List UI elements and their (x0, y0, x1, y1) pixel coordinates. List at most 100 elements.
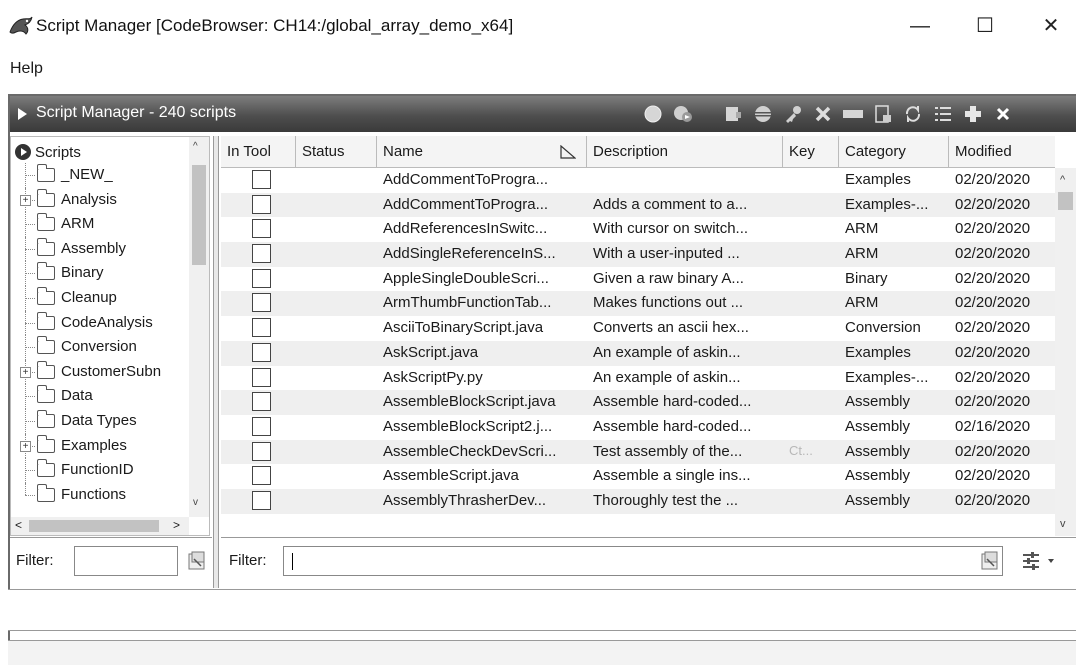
expand-node-icon[interactable]: + (20, 366, 31, 378)
in-tool-checkbox[interactable] (252, 244, 271, 264)
cell-description: Thoroughly test the ... (593, 491, 739, 509)
create-new-script-icon[interactable] (962, 103, 984, 125)
tree-vertical-scroll-thumb[interactable] (192, 165, 206, 265)
in-tool-checkbox[interactable] (252, 219, 271, 239)
maximize-button[interactable]: ☐ (970, 12, 1000, 42)
table-scroll-up-arrow-icon[interactable]: ^ (1060, 174, 1065, 186)
in-tool-checkbox[interactable] (252, 293, 271, 313)
menu-help[interactable]: Help (10, 60, 43, 78)
tree-horizontal-scroll-thumb[interactable] (29, 520, 159, 532)
in-tool-checkbox[interactable] (252, 490, 271, 510)
in-tool-checkbox[interactable] (252, 318, 271, 338)
tree-item[interactable]: Data Types (11, 408, 189, 434)
table-row[interactable]: AddReferencesInSwitc... With cursor on sw… (221, 217, 1055, 242)
tree-guide-branch (25, 470, 35, 472)
in-tool-checkbox[interactable] (252, 170, 271, 189)
tree-item-label: FunctionID (61, 461, 134, 479)
scroll-down-arrow-icon[interactable]: v (193, 497, 198, 508)
tree-filter-input[interactable] (74, 546, 178, 576)
scroll-left-arrow-icon[interactable]: < (15, 518, 22, 532)
cell-modified: 02/16/2020 (955, 417, 1031, 435)
column-header-in-tool[interactable]: In Tool (221, 136, 296, 168)
column-header-modified[interactable]: Modified (949, 136, 1055, 168)
table-scroll-down-arrow-icon[interactable]: v (1060, 518, 1066, 530)
in-tool-checkbox[interactable] (252, 194, 271, 214)
tree-item[interactable]: Binary (11, 261, 189, 286)
table-vertical-scroll-thumb[interactable] (1058, 192, 1073, 210)
table-row[interactable]: AsciiToBinaryScript.java Converts an asci… (221, 316, 1055, 341)
scroll-up-arrow-icon[interactable]: ^ (193, 141, 198, 152)
tree-horizontal-scrollbar[interactable]: < > (11, 517, 189, 535)
table-row[interactable]: AskScript.java An example of askin... Exam… (221, 340, 1055, 366)
scroll-right-arrow-icon[interactable]: > (173, 518, 180, 532)
in-tool-checkbox[interactable] (252, 268, 271, 288)
eclipse-icon[interactable] (752, 103, 774, 125)
script-category-tree[interactable]: Scripts _NEW_ + Analysis ARM Assembly Binary C… (10, 136, 210, 536)
new-script-icon[interactable] (872, 103, 894, 125)
tree-item[interactable]: CodeAnalysis (11, 310, 189, 336)
cell-description: Assemble a single ins... (593, 467, 751, 485)
tree-vertical-scrollbar[interactable]: ^ v (189, 137, 209, 517)
table-row[interactable]: AssembleCheckDevScri... Test assembly of … (221, 439, 1055, 465)
cell-name: AssembleScript.java (383, 467, 519, 485)
column-header-status[interactable]: Status (296, 136, 377, 168)
pane-splitter[interactable] (213, 136, 219, 588)
in-tool-checkbox[interactable] (252, 367, 271, 387)
close-window-button[interactable]: ✕ (1036, 12, 1066, 42)
in-tool-checkbox[interactable] (252, 342, 271, 362)
filter-options-icon[interactable] (1021, 550, 1061, 572)
tree-item[interactable]: _NEW_ (11, 163, 189, 188)
rename-script-icon[interactable] (842, 103, 864, 125)
clear-filter-icon[interactable] (186, 550, 208, 572)
edit-script-icon[interactable] (722, 103, 744, 125)
in-tool-checkbox[interactable] (252, 392, 271, 412)
tree-guide-branch (25, 297, 35, 299)
run-last-script-icon[interactable] (672, 103, 694, 125)
refresh-icon[interactable] (902, 103, 924, 125)
tree-item[interactable]: + CustomerSubn (11, 359, 189, 385)
table-row[interactable]: AssembleBlockScript2.j... Assemble hard-c… (221, 415, 1055, 440)
run-script-icon[interactable] (642, 103, 664, 125)
expand-node-icon[interactable]: + (20, 440, 31, 452)
table-row[interactable]: AddCommentToProgra... Adds a comment to a… (221, 192, 1055, 218)
table-clear-filter-icon[interactable] (979, 550, 1001, 572)
in-tool-checkbox[interactable] (252, 441, 271, 461)
key-bindings-icon[interactable] (782, 103, 804, 125)
cell-name: AsciiToBinaryScript.java (383, 319, 544, 337)
tree-item[interactable]: ARM (11, 212, 189, 237)
status-area (8, 589, 1076, 631)
tree-item[interactable]: + Analysis (11, 187, 189, 213)
table-row[interactable]: AssembleBlockScript.java Assemble hard-co… (221, 390, 1055, 415)
tree-item[interactable]: Cleanup (11, 285, 189, 311)
script-directories-icon[interactable] (932, 103, 954, 125)
table-row[interactable]: AddSingleReferenceInS... With a user-inpu… (221, 242, 1055, 267)
tree-item[interactable]: Functions (11, 482, 189, 508)
close-panel-icon[interactable] (992, 103, 1014, 125)
table-filter-input[interactable] (283, 546, 1003, 576)
in-tool-checkbox[interactable] (252, 416, 271, 436)
column-header-category[interactable]: Category (839, 136, 949, 168)
cell-category: ARM (845, 220, 879, 238)
cell-description: Adds a comment to a... (593, 195, 748, 213)
tree-root-scripts[interactable]: Scripts (15, 141, 81, 163)
column-header-name[interactable]: Name (377, 136, 587, 168)
delete-script-icon[interactable] (812, 103, 834, 125)
tree-item[interactable]: Assembly (11, 236, 189, 262)
column-header-description[interactable]: Description (587, 136, 783, 168)
table-row[interactable]: AskScriptPy.py An example of askin... Exam… (221, 366, 1055, 391)
tree-item[interactable]: FunctionID (11, 458, 189, 483)
table-row[interactable]: ArmThumbFunctionTab... Makes functions ou… (221, 291, 1055, 317)
table-row[interactable]: AddCommentToProgra... Examples 02/20/2020 (221, 168, 1055, 193)
folder-icon (36, 164, 55, 182)
table-row[interactable]: AppleSingleDoubleScri... Given a raw bina… (221, 267, 1055, 292)
table-vertical-scrollbar[interactable]: ^ v (1055, 168, 1076, 536)
expand-node-icon[interactable]: + (20, 194, 31, 206)
tree-item[interactable]: + Examples (11, 433, 189, 459)
table-row[interactable]: AssembleScript.java Assemble a single ins… (221, 464, 1055, 489)
column-header-key[interactable]: Key (783, 136, 839, 168)
minimize-button[interactable]: — (905, 12, 935, 42)
tree-item[interactable]: Data (11, 384, 189, 409)
in-tool-checkbox[interactable] (252, 466, 271, 486)
table-row[interactable]: AssemblyThrasherDev... Thoroughly test th… (221, 488, 1055, 514)
tree-item[interactable]: Conversion (11, 335, 189, 360)
